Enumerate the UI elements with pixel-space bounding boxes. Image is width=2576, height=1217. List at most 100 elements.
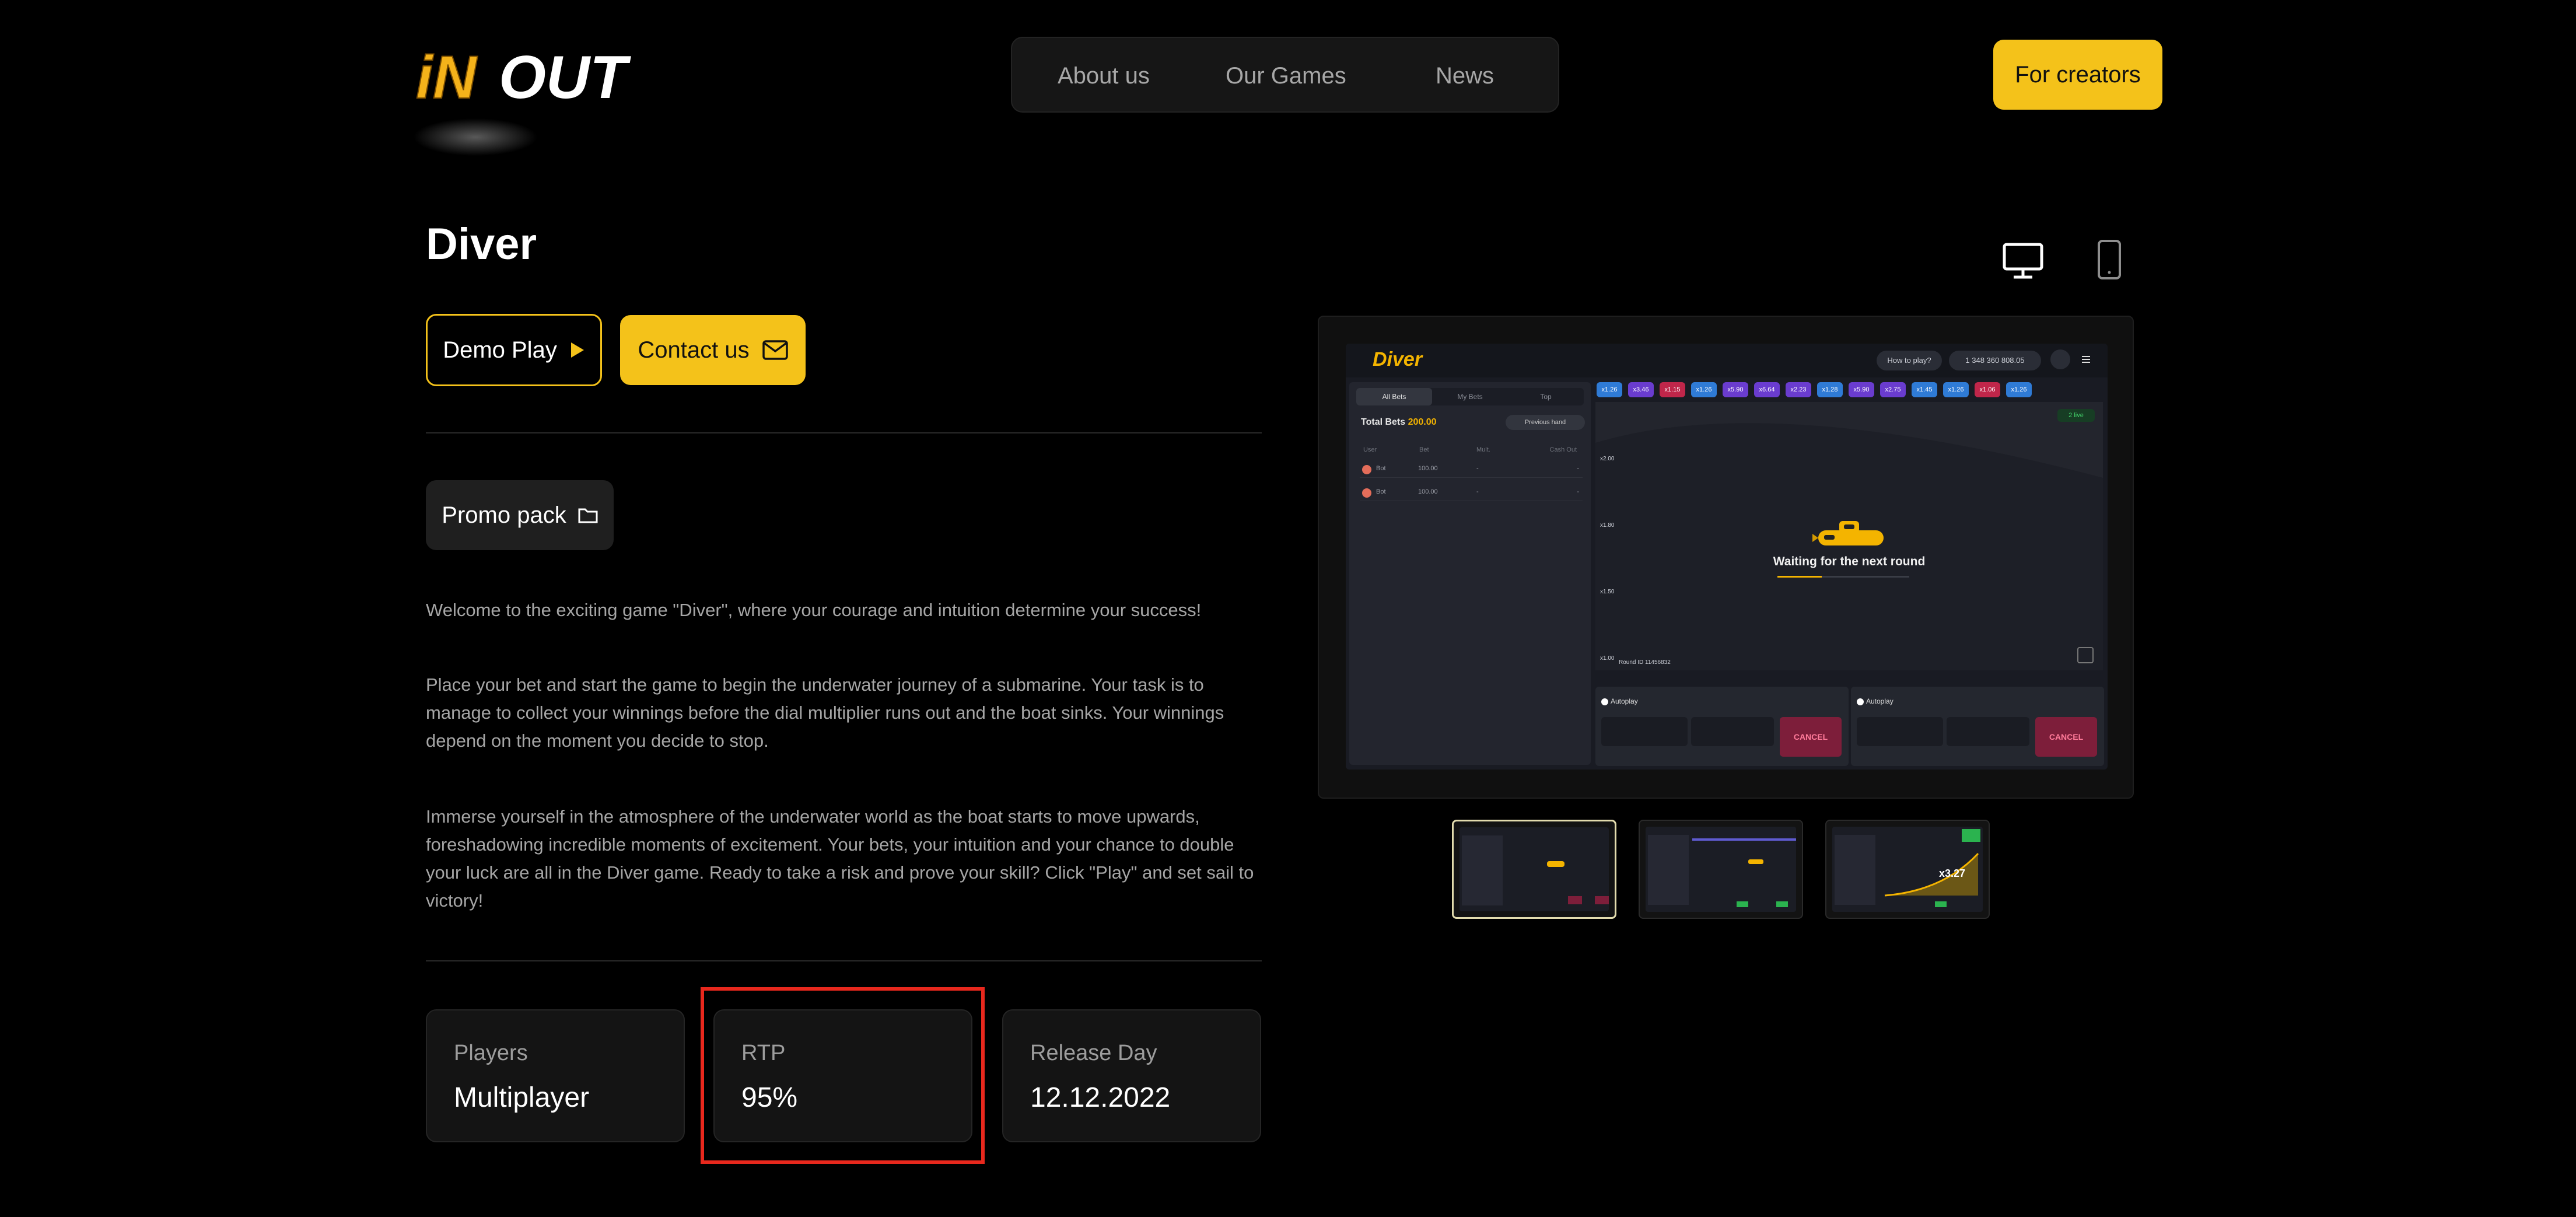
multiplier-chip: x1.26 (1943, 382, 1969, 397)
autoplay-toggle (1857, 698, 1864, 705)
description-atmosphere: Immerse yourself in the atmosphere of th… (426, 806, 1254, 911)
autoplay-label: Autoplay (1866, 697, 1894, 705)
bet-amount: 100.00 (1418, 465, 1438, 472)
description-gameplay: Place your bet and start the game to beg… (426, 674, 1224, 751)
thumbnail-preview: x3.27 (1832, 827, 1983, 912)
divider (426, 960, 1262, 961)
menu-icon (2076, 349, 2096, 369)
previous-hand-pill: Previous hand (1506, 415, 1585, 430)
multiplier-chip: x3.46 (1628, 382, 1654, 397)
multiplier-chip: x1.28 (1817, 382, 1843, 397)
axis-label: x2.00 (1600, 456, 1615, 462)
rtp-highlight-box (701, 987, 985, 1164)
how-to-play-pill: How to play? (1877, 351, 1942, 370)
thumbnail-art (1462, 835, 1609, 905)
online-badge: 2 live (2057, 409, 2095, 422)
bet-user: Bot (1376, 465, 1386, 472)
multiplier-chip: x1.26 (1691, 382, 1717, 397)
column-header: Bet (1419, 446, 1429, 453)
bet-input (1857, 717, 1943, 746)
desktop-icon[interactable] (2000, 236, 2046, 283)
main-nav: About us Our Games News (1011, 37, 1559, 113)
bet-cashout: - (1577, 488, 1579, 495)
logo-glow (408, 117, 542, 158)
thumbnail-1[interactable] (1452, 820, 1616, 919)
folder-icon (578, 508, 598, 523)
multiplier-chip: x5.90 (1723, 382, 1748, 397)
column-header: Cash Out (1549, 446, 1577, 453)
thumbnail-multiplier: x3.27 (1938, 868, 1965, 879)
autocashout-input (1691, 717, 1774, 746)
bet-row: Bot 100.00 - - (1360, 460, 1583, 478)
round-progress (1777, 576, 1909, 578)
stat-value: 12.12.2022 (1030, 1082, 1171, 1113)
stat-label: Players (454, 1041, 528, 1065)
game-area: 2 live x2.00 x1.80 x1.50 x1.00 Waiting f… (1595, 402, 2103, 670)
nav-about-us[interactable]: About us (1058, 38, 1150, 114)
multiplier-chip: x6.64 (1754, 382, 1780, 397)
description-intro: Welcome to the exciting game "Diver", wh… (426, 600, 1202, 620)
stat-card-release-day: Release Day 12.12.2022 (1002, 1009, 1261, 1142)
axis-label: x1.00 (1600, 655, 1615, 662)
thumbnail-preview (1646, 827, 1796, 912)
bet-user: Bot (1376, 488, 1386, 495)
divider (426, 432, 1262, 433)
mobile-icon[interactable] (2093, 236, 2126, 283)
balance-pill: 1 348 360 808.05 (1949, 351, 2041, 370)
contact-us-button[interactable]: Contact us (620, 315, 806, 385)
submarine-icon (1812, 521, 1884, 545)
thumbnail-3[interactable]: x3.27 (1825, 820, 1990, 919)
thumbnail-art (1648, 835, 1796, 907)
axis-label: x1.50 (1600, 589, 1615, 595)
nav-our-games[interactable]: Our Games (1226, 38, 1346, 114)
autoplay-label: Autoplay (1611, 697, 1638, 705)
bets-panel: All Bets My Bets Top Total Bets 200.00 P… (1349, 382, 1591, 765)
total-bets-label: Total Bets (1361, 417, 1406, 427)
avatar (1362, 465, 1371, 474)
waiting-message: Waiting for the next round (1773, 555, 1926, 568)
svg-text:OUT: OUT (499, 44, 631, 110)
tab-top: Top (1540, 393, 1552, 401)
stat-label: Release Day (1030, 1041, 1157, 1065)
bet-cashout: - (1577, 465, 1579, 472)
tab-my-bets: My Bets (1457, 393, 1483, 401)
multiplier-chip: x2.23 (1786, 382, 1811, 397)
round-id: Round ID 11456832 (1619, 659, 1671, 666)
multiplier-chip: x1.45 (1912, 382, 1937, 397)
thumbnail-2[interactable] (1639, 820, 1803, 919)
bets-tabs: All Bets My Bets Top (1356, 388, 1584, 405)
stat-card-players: Players Multiplayer (426, 1009, 685, 1142)
game-title: Diver (426, 219, 537, 269)
demo-play-button[interactable]: Demo Play (426, 314, 602, 386)
fullscreen-icon (2077, 647, 2094, 663)
multiplier-chip: x1.26 (1597, 382, 1622, 397)
demo-play-label: Demo Play (443, 337, 557, 363)
column-header: User (1363, 446, 1377, 453)
bet-input (1601, 717, 1688, 746)
for-creators-button[interactable]: For creators (1993, 40, 2162, 110)
game-screenshot: Diver How to play? 1 348 360 808.05 x1.2… (1346, 344, 2108, 770)
thumbnail-preview (1460, 827, 1609, 911)
play-icon (570, 342, 584, 358)
bet-panel-left: Autoplay CANCEL (1595, 687, 1849, 766)
bet-mult: - (1476, 488, 1479, 495)
axis-label: x1.80 (1600, 522, 1615, 529)
multiplier-chip: x1.26 (2006, 382, 2032, 397)
tab-all-bets: All Bets (1356, 388, 1432, 405)
autocashout-input (1947, 717, 2029, 746)
bet-row: Bot 100.00 - - (1360, 484, 1583, 501)
bet-mult: - (1476, 465, 1479, 472)
svg-text:iN: iN (416, 44, 478, 110)
multiplier-chip: x5.90 (1849, 382, 1874, 397)
diver-logo: Diver (1373, 348, 1423, 370)
promo-pack-button[interactable]: Promo pack (426, 480, 614, 550)
game-preview: Diver How to play? 1 348 360 808.05 x1.2… (1318, 316, 2134, 799)
autoplay-toggle (1601, 698, 1608, 705)
nav-news[interactable]: News (1436, 38, 1494, 114)
inout-logo[interactable]: iN OUT (416, 40, 632, 110)
multiplier-chip: x1.06 (1975, 382, 2000, 397)
total-bets-value: 200.00 (1408, 417, 1437, 427)
stat-value: Multiplayer (454, 1082, 590, 1113)
promo-pack-label: Promo pack (442, 502, 566, 528)
chat-icon (2050, 349, 2070, 369)
